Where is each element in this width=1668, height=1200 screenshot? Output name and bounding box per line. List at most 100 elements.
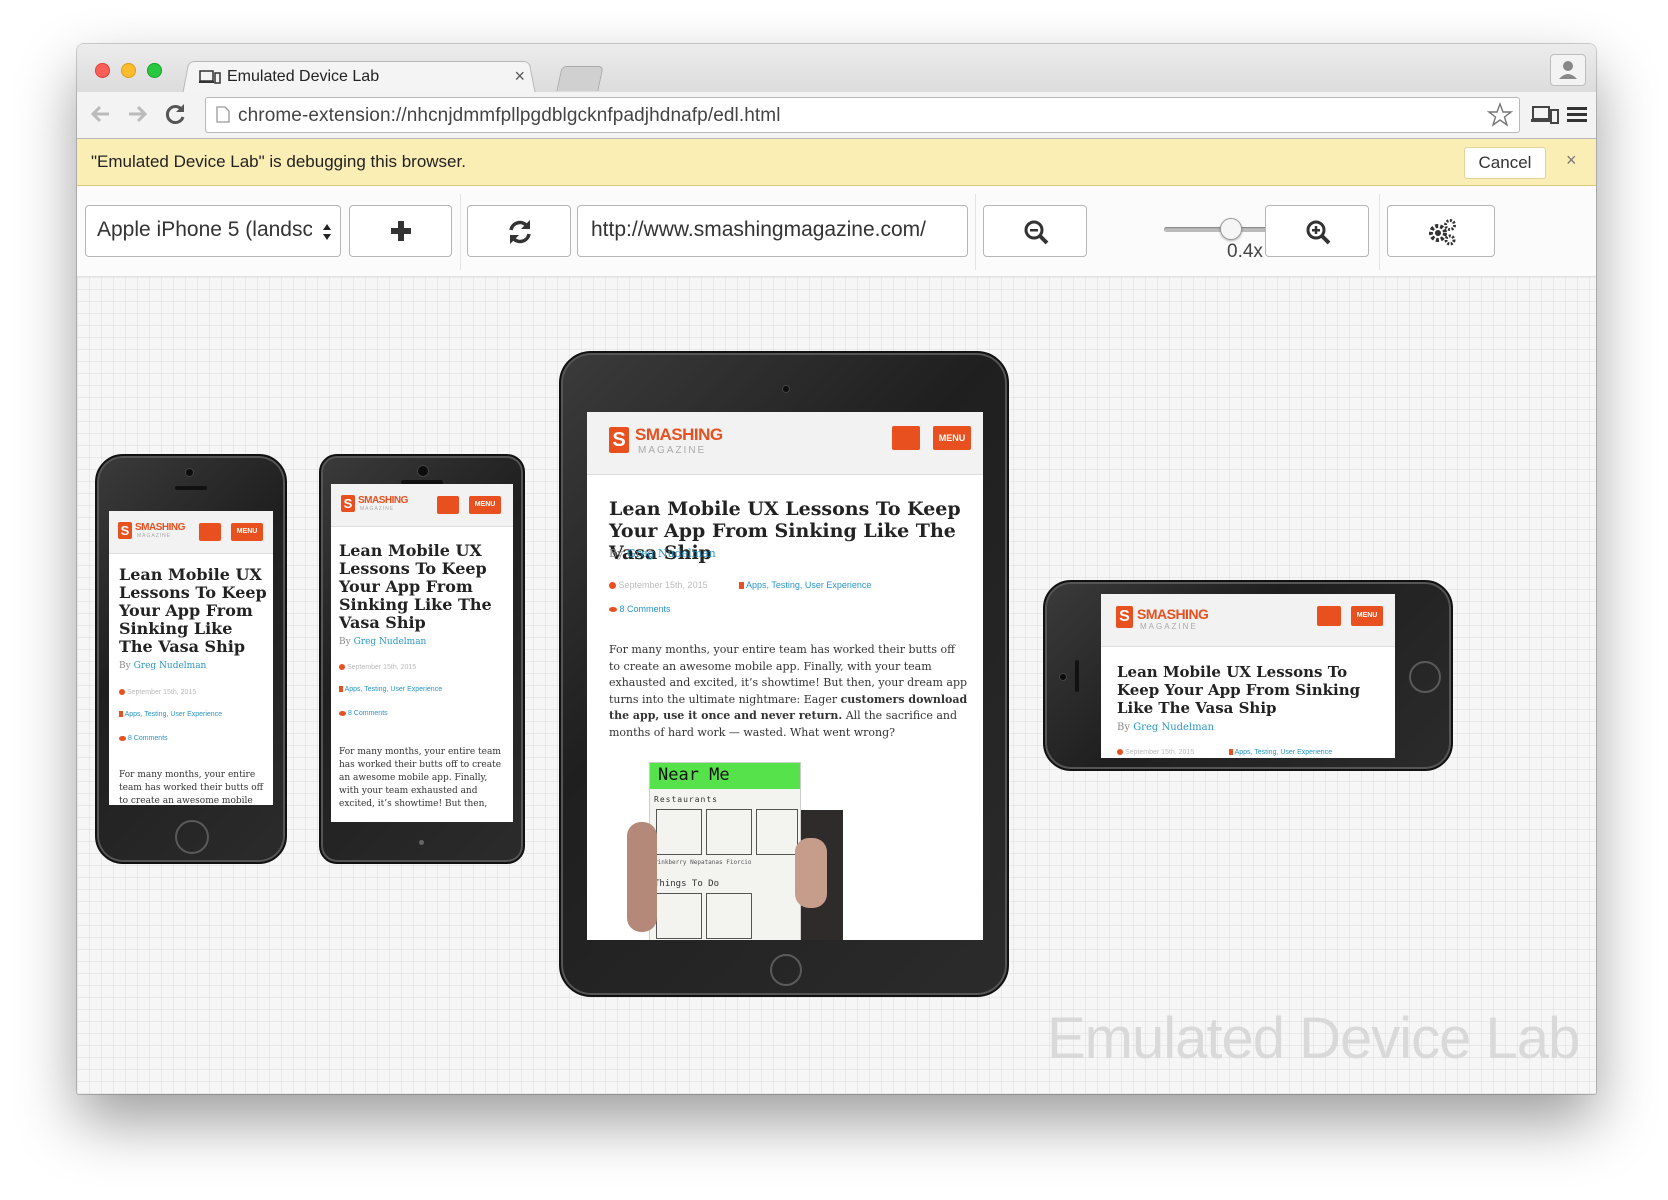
site-logo-icon[interactable]: S: [118, 522, 132, 539]
zoom-slider-handle[interactable]: [1220, 218, 1242, 240]
article-tags[interactable]: Apps, Testing, User Experience: [119, 711, 222, 718]
close-window-button[interactable]: [95, 63, 110, 78]
article-title[interactable]: Lean Mobile UX Lessons To Keep Your App …: [339, 542, 499, 632]
article-tags[interactable]: Apps, Testing, User Experience: [1229, 749, 1332, 756]
site-header: S SMASHING MAGAZINE MENU: [587, 412, 983, 475]
author-link[interactable]: Greg Nudelman: [134, 661, 207, 671]
site-logo-text[interactable]: SMASHING: [358, 495, 408, 506]
site-logo-icon[interactable]: S: [609, 427, 629, 453]
zoom-level-label: 0.4x: [1227, 241, 1263, 262]
site-logo-subtext: MAGAZINE: [137, 533, 172, 539]
site-search-icon[interactable]: [199, 523, 221, 541]
site-menu-button[interactable]: MENU: [469, 496, 501, 514]
site-logo-icon[interactable]: S: [341, 495, 355, 512]
zoom-out-button[interactable]: [983, 205, 1087, 257]
article-comments[interactable]: 8 Comments: [339, 710, 388, 717]
author-link[interactable]: Greg Nudelman: [1133, 722, 1214, 733]
article-date: September 15th, 2015: [119, 689, 196, 696]
select-arrows-icon: [323, 224, 331, 240]
lab-url-value[interactable]: http://www.smashingmagazine.com/: [591, 218, 926, 242]
devices-extension-icon[interactable]: [1531, 101, 1559, 129]
minimize-window-button[interactable]: [121, 63, 136, 78]
infobar-close-icon[interactable]: ×: [1566, 150, 1577, 171]
front-camera: [782, 385, 790, 393]
sketch-tile: [706, 893, 752, 939]
iphone-portrait-screen[interactable]: S SMASHING MAGAZINE MENU Lean Mobile UX …: [109, 511, 273, 805]
article-byline: By Greg Nudelman: [119, 661, 207, 671]
back-arrow-icon[interactable]: [87, 100, 115, 128]
site-logo-text[interactable]: SMASHING: [135, 522, 185, 533]
home-button[interactable]: [175, 820, 209, 854]
debugging-infobar: "Emulated Device Lab" is debugging this …: [77, 139, 1596, 186]
site-search-icon[interactable]: [1317, 606, 1341, 626]
zoom-out-icon: [1024, 220, 1049, 245]
device-tablet: S SMASHING MAGAZINE MENU Lean Mobile UX …: [559, 351, 1009, 997]
devices-icon: [199, 70, 221, 84]
zoom-in-button[interactable]: [1265, 205, 1369, 257]
article-body: For many months, your entire team has wo…: [119, 770, 264, 805]
site-logo-icon[interactable]: S: [1116, 606, 1133, 628]
address-bar[interactable]: chrome-extension://nhcnjdmmfpllpgdblgckn…: [205, 97, 1520, 133]
hamburger-menu-icon[interactable]: [1564, 101, 1592, 129]
author-link[interactable]: Greg Nudelman: [627, 547, 716, 560]
device-select[interactable]: Apple iPhone 5 (landsca: [85, 205, 341, 257]
article-comments[interactable]: 8 Comments: [119, 735, 168, 742]
forward-arrow-icon[interactable]: [123, 100, 151, 128]
article-byline: By Greg Nudelman: [609, 547, 716, 560]
page-icon: [216, 106, 230, 123]
site-logo-text[interactable]: SMASHING: [635, 425, 723, 445]
tab-content[interactable]: Emulated Device Lab ×: [195, 64, 525, 94]
site-logo-text[interactable]: SMASHING: [1137, 606, 1209, 622]
cancel-debugging-button[interactable]: Cancel: [1464, 147, 1546, 179]
settings-button[interactable]: [1387, 205, 1495, 257]
notification-led: [419, 840, 424, 845]
site-logo-subtext: MAGAZINE: [1140, 622, 1198, 631]
browser-window: Emulated Device Lab × chrome-extension:/: [77, 44, 1596, 1094]
star-icon[interactable]: [1487, 102, 1513, 128]
infobar-message: "Emulated Device Lab" is debugging this …: [91, 152, 466, 171]
article-comments[interactable]: 8 Comments: [609, 604, 671, 614]
article-tags[interactable]: Apps, Testing, User Experience: [339, 686, 442, 693]
site-search-icon[interactable]: [892, 426, 920, 450]
tab-close-icon[interactable]: ×: [514, 66, 525, 87]
article-title[interactable]: Lean Mobile UX Lessons To Keep Your App …: [119, 566, 267, 656]
hand-fingers: [627, 822, 657, 932]
home-button[interactable]: [1409, 661, 1441, 693]
lab-controls: Apple iPhone 5 (landsca http://www.smash…: [77, 186, 1596, 277]
address-text[interactable]: chrome-extension://nhcnjdmmfpllpgdblgckn…: [238, 105, 781, 127]
new-tab-button[interactable]: [556, 66, 604, 91]
separator: [1379, 194, 1380, 270]
person-icon: [1559, 61, 1577, 79]
site-menu-button[interactable]: MENU: [231, 523, 263, 541]
author-link[interactable]: Greg Nudelman: [354, 637, 427, 647]
refresh-all-button[interactable]: [467, 205, 571, 257]
sketch-section-restaurants: Restaurants: [654, 795, 718, 804]
watermark-text: Emulated Device Lab: [1047, 1006, 1580, 1071]
site-menu-button[interactable]: MENU: [933, 426, 971, 450]
site-logo-subtext: MAGAZINE: [638, 445, 707, 456]
home-button[interactable]: [770, 954, 802, 986]
maximize-window-button[interactable]: [147, 63, 162, 78]
front-camera: [1059, 673, 1067, 681]
add-device-button[interactable]: [349, 205, 452, 257]
site-header: S SMASHING MAGAZINE MENU: [331, 484, 513, 527]
site-menu-button[interactable]: MENU: [1351, 606, 1383, 626]
earpiece-speaker: [1075, 660, 1079, 692]
article-title[interactable]: Lean Mobile UX Lessons To Keep Your App …: [1117, 663, 1387, 717]
front-camera: [185, 468, 194, 477]
article-byline: By Greg Nudelman: [339, 637, 427, 647]
iphone-landscape-screen[interactable]: S SMASHING MAGAZINE MENU Lean Mobile UX …: [1101, 594, 1395, 758]
site-logo-subtext: MAGAZINE: [360, 506, 395, 512]
article-tags[interactable]: Apps, Testing, User Experience: [739, 580, 871, 590]
profile-button[interactable]: [1550, 54, 1586, 86]
android-screen[interactable]: S SMASHING MAGAZINE MENU Lean Mobile UX …: [331, 484, 513, 822]
plus-icon: [391, 221, 411, 241]
tablet-screen[interactable]: S SMASHING MAGAZINE MENU Lean Mobile UX …: [587, 412, 983, 940]
device-iphone-landscape: S SMASHING MAGAZINE MENU Lean Mobile UX …: [1043, 580, 1453, 771]
gears-icon: [1429, 219, 1456, 246]
sketch-tile: [656, 809, 702, 855]
site-search-icon[interactable]: [437, 496, 459, 514]
device-stage: S SMASHING MAGAZINE MENU Lean Mobile UX …: [77, 277, 1596, 1094]
lab-url-input[interactable]: http://www.smashingmagazine.com/: [577, 205, 968, 257]
reload-icon[interactable]: [161, 100, 189, 128]
